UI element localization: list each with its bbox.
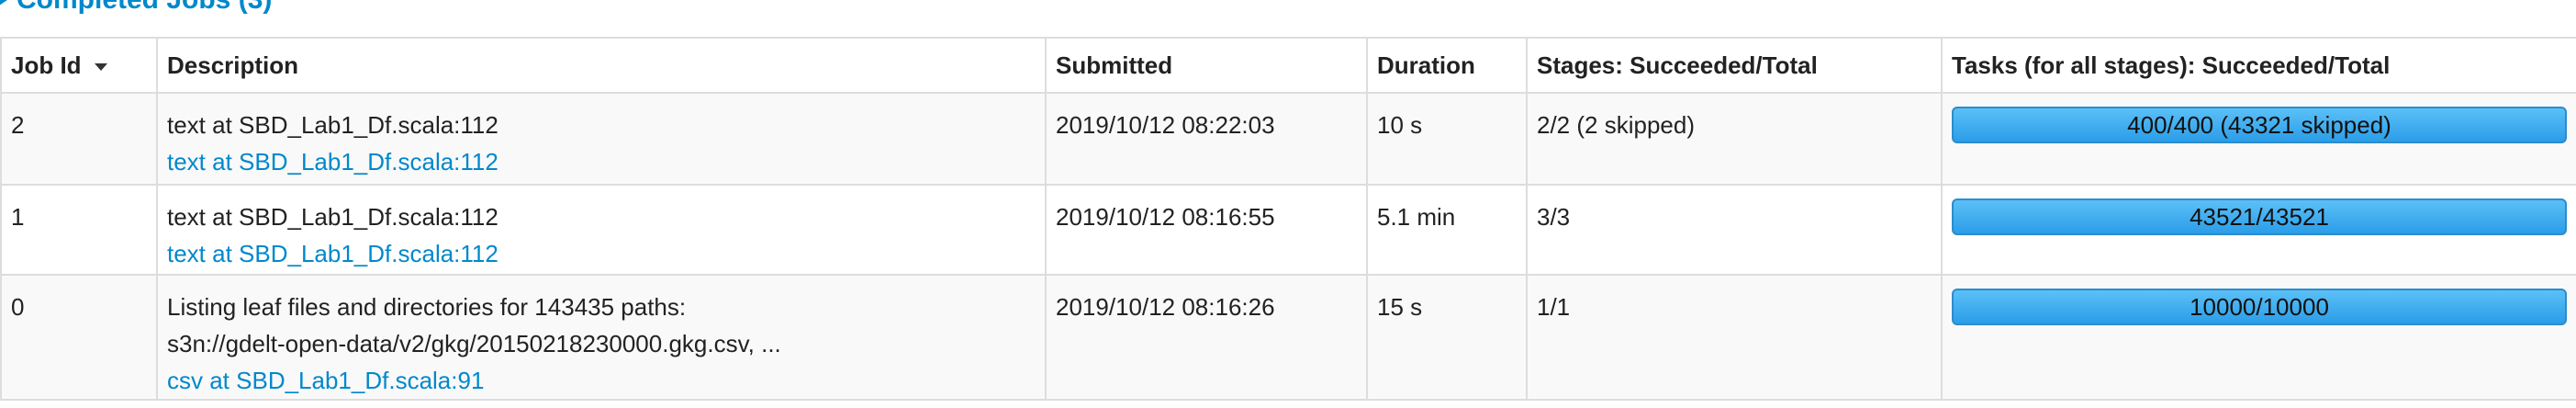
job-id-cell: 2	[0, 92, 158, 186]
collapse-arrow-icon[interactable]	[0, 0, 7, 7]
header-stages-label[interactable]: Stages: Succeeded/Total	[1537, 51, 1818, 79]
header-tasks-label[interactable]: Tasks (for all stages): Succeeded/Total	[1952, 51, 2390, 79]
tasks-progress-bar: 400/400 (43321 skipped)	[1952, 107, 2567, 143]
tasks-progress-label: 10000/10000	[2190, 293, 2329, 321]
table-row: 1 text at SBD_Lab1_Df.scala:112 text at …	[0, 184, 2576, 276]
completed-jobs-header[interactable]: Completed Jobs (3)	[0, 0, 272, 17]
header-submitted[interactable]: Submitted	[1045, 37, 1368, 94]
table-header: Job Id Description Submitted Duration St…	[0, 37, 2576, 94]
tasks-cell: 10000/10000	[1941, 274, 2576, 401]
description-text: Listing leaf files and directories for 1…	[167, 293, 687, 321]
description-cell: text at SBD_Lab1_Df.scala:112 text at SB…	[156, 92, 1047, 186]
tasks-progress-label: 43521/43521	[2190, 203, 2329, 231]
duration-cell: 15 s	[1366, 274, 1528, 401]
header-submitted-label[interactable]: Submitted	[1056, 51, 1172, 79]
table-row: 2 text at SBD_Lab1_Df.scala:112 text at …	[0, 92, 2576, 186]
duration-cell: 10 s	[1366, 92, 1528, 186]
job-id-cell: 0	[0, 274, 158, 401]
description-text: s3n://gdelt-open-data/v2/gkg/20150218230…	[167, 330, 781, 357]
tasks-progress-label: 400/400 (43321 skipped)	[2127, 111, 2391, 139]
job-link[interactable]: text at SBD_Lab1_Df.scala:112	[167, 235, 1036, 272]
submitted-cell: 2019/10/12 08:22:03	[1045, 92, 1368, 186]
header-tasks[interactable]: Tasks (for all stages): Succeeded/Total	[1941, 37, 2576, 94]
header-duration[interactable]: Duration	[1366, 37, 1528, 94]
job-link[interactable]: text at SBD_Lab1_Df.scala:112	[167, 143, 1036, 180]
table-row: 0 Listing leaf files and directories for…	[0, 274, 2576, 401]
header-stages[interactable]: Stages: Succeeded/Total	[1526, 37, 1943, 94]
completed-jobs-table: Job Id Description Submitted Duration St…	[0, 37, 2576, 401]
section-title[interactable]: Completed Jobs (3)	[17, 0, 272, 16]
header-row: Job Id Description Submitted Duration St…	[0, 37, 2576, 94]
tasks-cell: 400/400 (43321 skipped)	[1941, 92, 2576, 186]
description-cell: text at SBD_Lab1_Df.scala:112 text at SB…	[156, 184, 1047, 276]
sort-descending-icon[interactable]	[94, 62, 107, 71]
description-text: text at SBD_Lab1_Df.scala:112	[167, 203, 498, 231]
header-job-id[interactable]: Job Id	[0, 37, 158, 94]
tasks-progress-bar: 10000/10000	[1952, 289, 2567, 325]
stages-cell: 2/2 (2 skipped)	[1526, 92, 1943, 186]
header-duration-label[interactable]: Duration	[1377, 51, 1475, 79]
job-id-cell: 1	[0, 184, 158, 276]
stages-cell: 1/1	[1526, 274, 1943, 401]
description-text: text at SBD_Lab1_Df.scala:112	[167, 111, 498, 139]
stages-cell: 3/3	[1526, 184, 1943, 276]
tasks-cell: 43521/43521	[1941, 184, 2576, 276]
duration-cell: 5.1 min	[1366, 184, 1528, 276]
submitted-cell: 2019/10/12 08:16:26	[1045, 274, 1368, 401]
table-body: 2 text at SBD_Lab1_Df.scala:112 text at …	[0, 92, 2576, 401]
job-link[interactable]: csv at SBD_Lab1_Df.scala:91	[167, 362, 1036, 399]
header-job-id-label[interactable]: Job Id	[11, 51, 82, 79]
header-description-label[interactable]: Description	[167, 51, 298, 79]
description-cell: Listing leaf files and directories for 1…	[156, 274, 1047, 401]
submitted-cell: 2019/10/12 08:16:55	[1045, 184, 1368, 276]
tasks-progress-bar: 43521/43521	[1952, 198, 2567, 235]
header-description[interactable]: Description	[156, 37, 1047, 94]
